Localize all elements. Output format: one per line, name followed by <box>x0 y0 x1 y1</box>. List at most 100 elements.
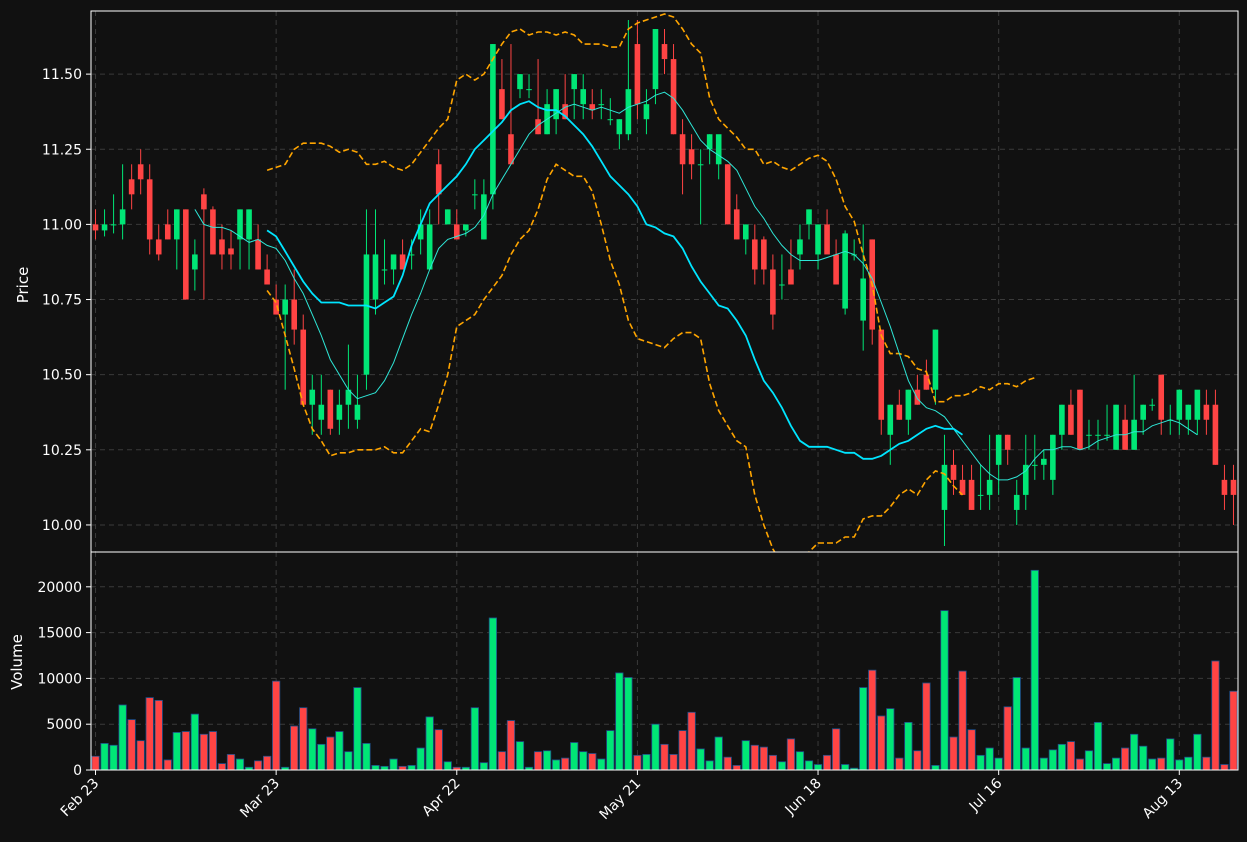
candle-body <box>508 134 514 165</box>
candle-body <box>788 269 794 285</box>
price-tick-label: 11.50 <box>42 67 82 83</box>
volume-bar <box>660 743 669 771</box>
candle-body <box>390 254 397 270</box>
candle-body <box>1095 434 1101 436</box>
candle-body <box>905 389 912 420</box>
volume-bar <box>497 751 507 771</box>
volume-bar <box>506 720 516 771</box>
candle-body <box>110 224 117 226</box>
volume-bar <box>732 765 741 771</box>
volume-bar <box>714 736 723 771</box>
volume-bar <box>1066 741 1076 771</box>
volume-bar <box>127 719 136 771</box>
x-tick-label: Aug 13 <box>1140 776 1186 822</box>
candle-body <box>697 164 704 166</box>
volume-bar <box>226 754 236 771</box>
volume-bar <box>1111 757 1121 771</box>
candle-body <box>435 164 442 195</box>
volume-bar <box>353 687 362 771</box>
volume-bar <box>624 677 633 771</box>
candle-body <box>733 209 740 240</box>
volume-bar <box>985 747 994 771</box>
volume-bar <box>398 765 407 771</box>
volume-bar <box>263 755 272 771</box>
candle-body <box>381 269 388 271</box>
volume-bar <box>425 716 434 771</box>
volume-bar <box>795 751 805 771</box>
candle-body <box>1086 434 1092 436</box>
candle-body <box>372 254 379 300</box>
candle-body <box>336 404 343 420</box>
candle-body <box>426 224 433 270</box>
candle-body <box>128 179 135 195</box>
volume-bar <box>118 704 127 771</box>
volume-bar <box>922 682 931 771</box>
x-tick-label: Feb 23 <box>58 776 103 821</box>
volume-bar <box>859 687 868 771</box>
candle-body <box>309 389 316 405</box>
candle-body <box>183 209 189 300</box>
volume-bar <box>1048 749 1057 771</box>
candle-body <box>1041 458 1047 465</box>
volume-bar <box>1012 677 1021 771</box>
price-tick-label: 10.25 <box>42 443 82 459</box>
volume-bar <box>958 670 967 771</box>
candle-body <box>1212 404 1219 465</box>
candle-body <box>282 299 288 315</box>
volume-bar <box>931 765 940 771</box>
volume-bar <box>570 742 579 771</box>
candle-body <box>517 74 523 90</box>
volume-bar <box>976 754 985 771</box>
volume-tick-label: 0 <box>73 763 82 779</box>
candle-body <box>526 89 532 91</box>
candle-body <box>1113 404 1119 450</box>
volume-bar <box>335 731 344 771</box>
price-tick-label: 11.00 <box>42 217 82 233</box>
volume-bar <box>1021 747 1030 771</box>
candle-body <box>761 239 767 270</box>
volume-bar <box>100 743 109 771</box>
candle-body <box>887 404 894 435</box>
candle-body <box>797 239 803 255</box>
candle-body <box>661 44 668 60</box>
volume-bar <box>407 765 416 771</box>
volume-bar <box>1202 756 1211 771</box>
volume-bar <box>109 744 118 771</box>
volume-bar <box>579 751 588 771</box>
candle-body <box>842 233 848 309</box>
candle-body <box>146 179 153 240</box>
candle-body <box>463 224 469 231</box>
volume-bar <box>759 746 768 771</box>
candle-body <box>724 164 731 225</box>
volume-bar <box>678 730 687 771</box>
volume-bar <box>416 747 425 771</box>
volume-bar <box>967 729 976 771</box>
candle-body <box>824 224 830 255</box>
volume-bar <box>1102 763 1112 771</box>
candle-body <box>770 269 776 315</box>
volume-bar <box>299 707 308 771</box>
candle-body <box>101 224 108 231</box>
volume-bar <box>949 736 958 771</box>
volume-bar <box>777 761 787 771</box>
candle-body <box>1131 419 1137 450</box>
volume-bar <box>1121 747 1130 771</box>
volume-bar <box>1130 733 1139 771</box>
volume-bar <box>470 707 479 771</box>
candle-body <box>164 224 171 240</box>
candle-body <box>923 374 930 390</box>
candle-body <box>715 134 722 165</box>
volume-bar <box>1057 743 1066 771</box>
candle-body <box>742 224 749 240</box>
volume-bar <box>651 723 660 771</box>
candle-body <box>1077 389 1083 450</box>
volume-bar <box>786 738 796 771</box>
candle-body <box>192 254 198 270</box>
candle-body <box>652 29 659 90</box>
candle-body <box>977 494 984 496</box>
volume-bar <box>705 760 714 771</box>
volume-bar <box>1148 758 1157 771</box>
candle-body <box>968 479 975 510</box>
x-tick-label: Apr 22 <box>419 776 463 820</box>
volume-bar <box>642 754 651 771</box>
